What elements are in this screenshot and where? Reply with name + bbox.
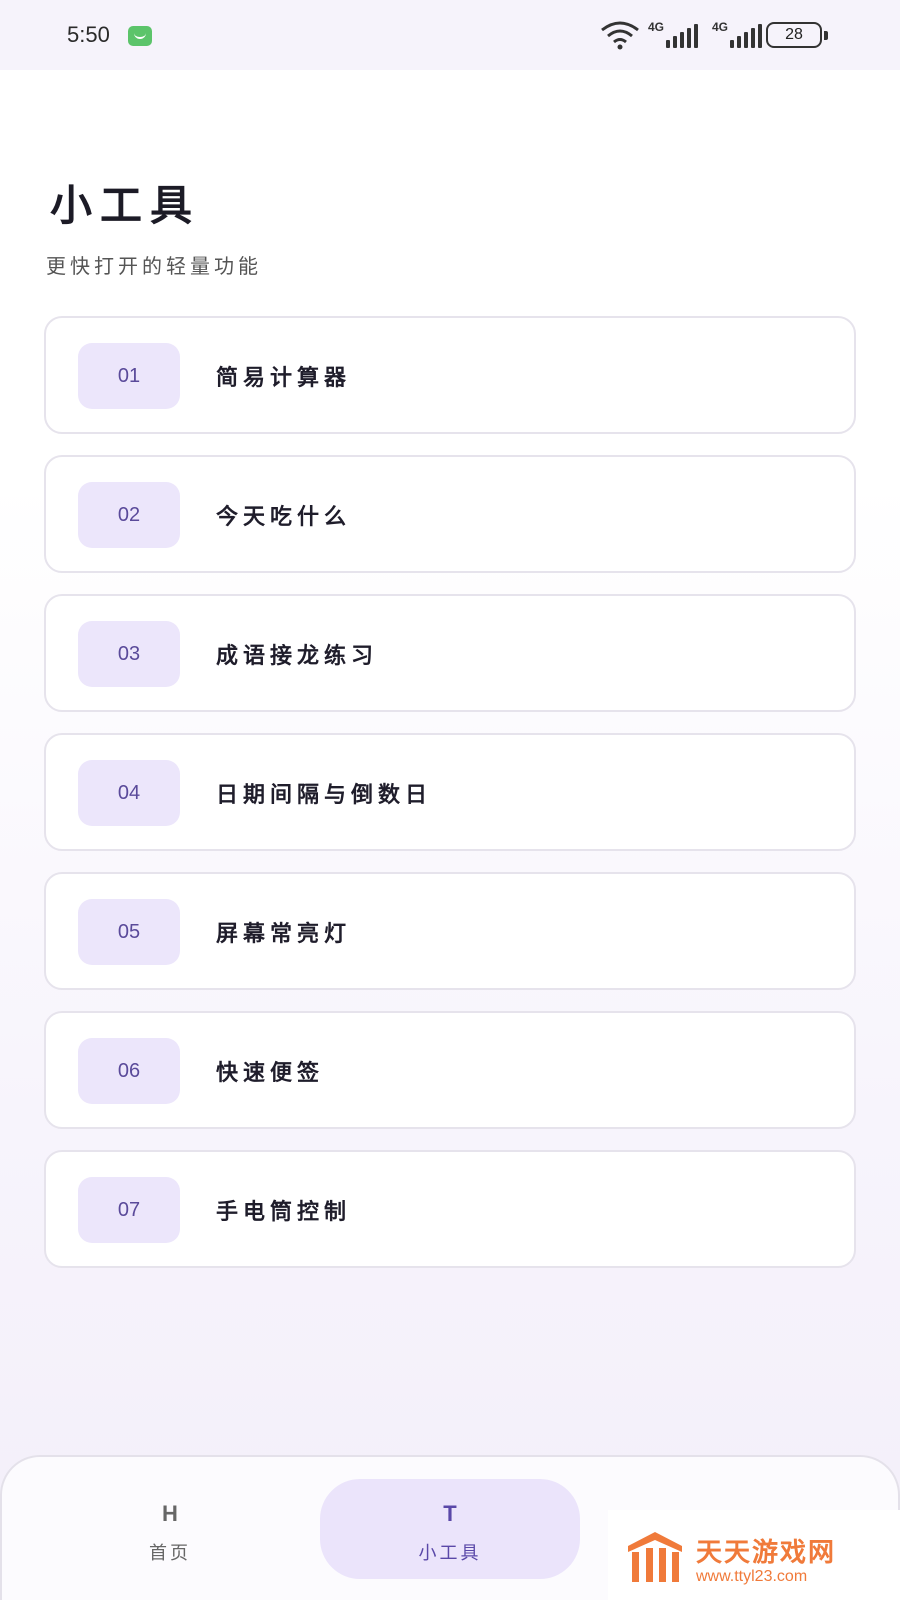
tool-number-badge: 07 bbox=[78, 1177, 180, 1243]
tool-number-badge: 05 bbox=[78, 899, 180, 965]
tool-name: 手电筒控制 bbox=[216, 1200, 352, 1225]
watermark-title: 天天游戏网 bbox=[696, 1538, 837, 1568]
tool-card-calculator[interactable]: 01 简易计算器 bbox=[44, 316, 856, 434]
watermark-logo-icon bbox=[628, 1532, 682, 1582]
tool-name: 简易计算器 bbox=[216, 366, 352, 391]
nav-tab-home[interactable]: H 首页 bbox=[40, 1479, 300, 1579]
tool-name: 屏幕常亮灯 bbox=[216, 922, 352, 947]
nav-tab-label: 首页 bbox=[149, 1543, 191, 1564]
tool-card-quick-notes[interactable]: 06 快速便签 bbox=[44, 1011, 856, 1129]
page-subtitle: 更快打开的轻量功能 bbox=[46, 254, 262, 278]
wifi-icon bbox=[601, 21, 639, 50]
tool-list: 01 简易计算器 02 今天吃什么 03 成语接龙练习 04 日期间隔与倒数日 … bbox=[44, 316, 856, 1289]
tool-name: 日期间隔与倒数日 bbox=[216, 783, 433, 808]
tool-number-badge: 06 bbox=[78, 1038, 180, 1104]
nav-tab-label: 小工具 bbox=[418, 1543, 482, 1564]
tool-number-badge: 03 bbox=[78, 621, 180, 687]
signal-type-label-2: 4G bbox=[712, 20, 729, 34]
tool-card-flashlight[interactable]: 07 手电筒控制 bbox=[44, 1150, 856, 1268]
tool-card-what-to-eat[interactable]: 02 今天吃什么 bbox=[44, 455, 856, 573]
tool-number-badge: 02 bbox=[78, 482, 180, 548]
page-title: 小工具 bbox=[50, 181, 201, 230]
nav-tab-tools[interactable]: T 小工具 bbox=[320, 1479, 580, 1579]
watermark: 天天游戏网 www.ttyl23.com bbox=[608, 1510, 900, 1600]
tool-name: 快速便签 bbox=[216, 1061, 325, 1086]
battery-icon: 28 bbox=[766, 22, 828, 48]
watermark-url: www.ttyl23.com bbox=[696, 1568, 808, 1585]
status-bar: 5:50 4G 4G 28 bbox=[0, 0, 900, 70]
tool-name: 今天吃什么 bbox=[216, 505, 352, 530]
status-time: 5:50 bbox=[67, 22, 110, 47]
tool-number-badge: 04 bbox=[78, 760, 180, 826]
tool-number-badge: 01 bbox=[78, 343, 180, 409]
home-icon: H bbox=[162, 1501, 178, 1526]
message-notification-icon bbox=[128, 26, 152, 46]
signal-type-label-1: 4G bbox=[648, 20, 665, 34]
cellular-signal-icon-2: 4G bbox=[712, 20, 770, 50]
tools-icon: T bbox=[443, 1501, 457, 1526]
tool-card-idiom-chain[interactable]: 03 成语接龙练习 bbox=[44, 594, 856, 712]
tool-name: 成语接龙练习 bbox=[216, 644, 379, 669]
cellular-signal-icon-1: 4G bbox=[648, 20, 706, 50]
tool-card-screen-light[interactable]: 05 屏幕常亮灯 bbox=[44, 872, 856, 990]
tool-card-date-countdown[interactable]: 04 日期间隔与倒数日 bbox=[44, 733, 856, 851]
